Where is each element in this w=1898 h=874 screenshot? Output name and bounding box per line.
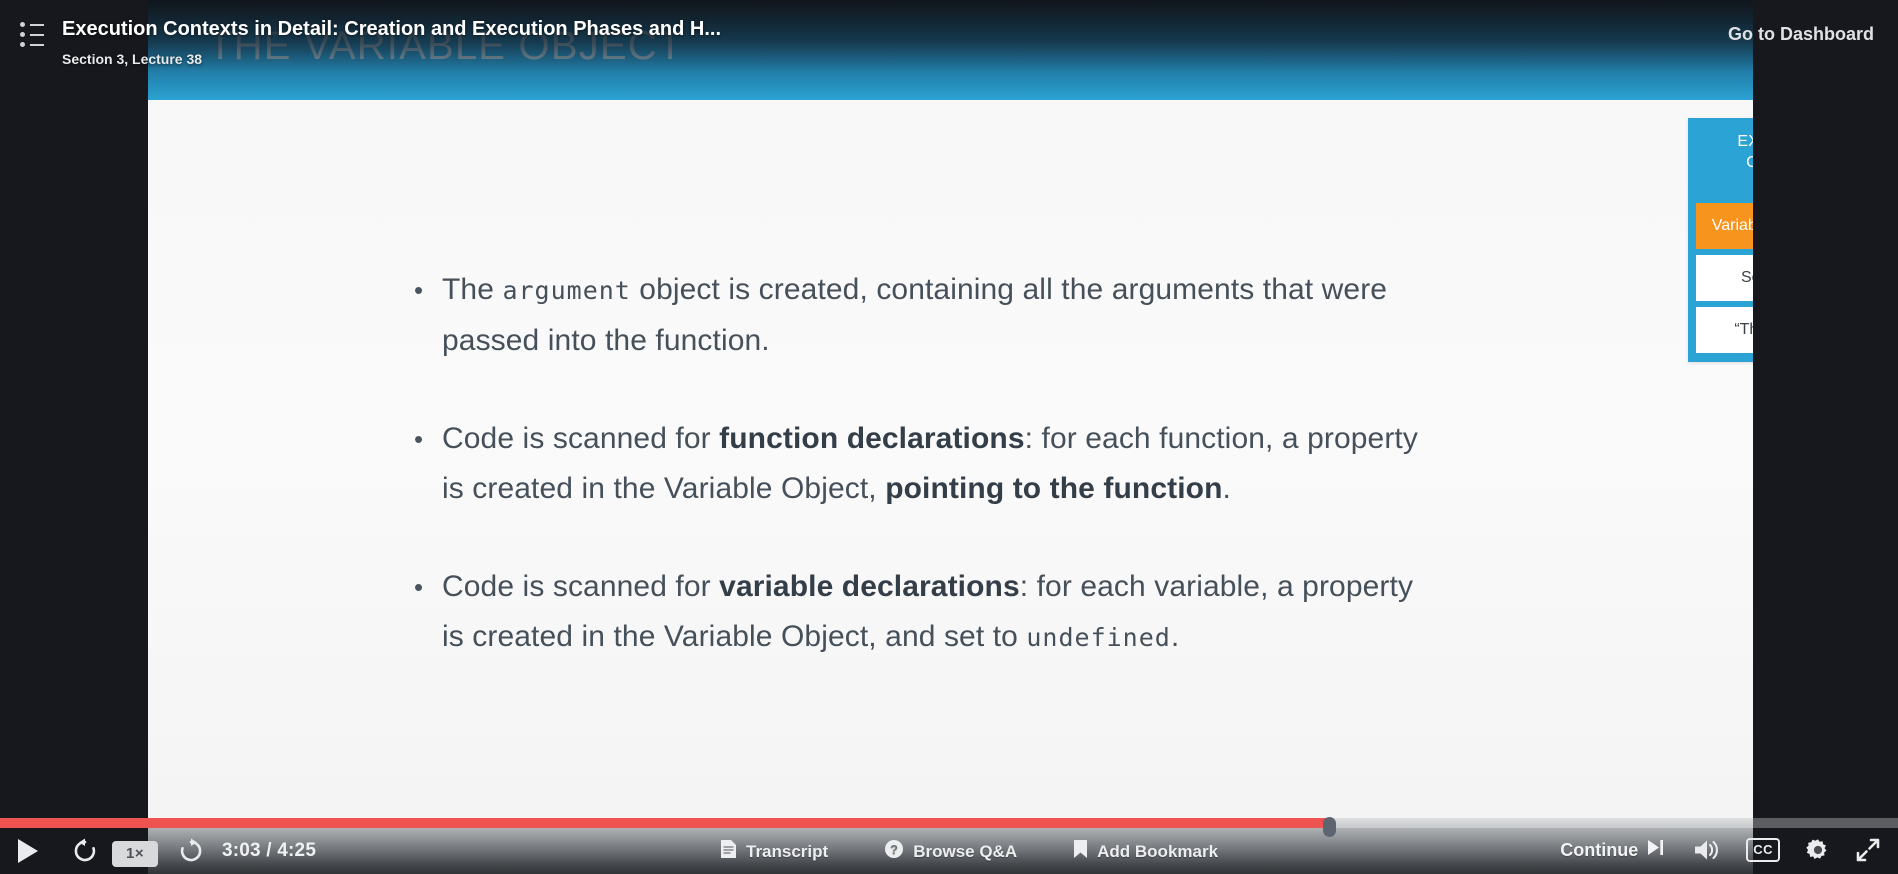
video-player-page: THE VARIABLE OBJECT • The argument objec… bbox=[0, 0, 1898, 874]
document-icon bbox=[720, 839, 737, 864]
go-to-dashboard-link[interactable]: Go to Dashboard bbox=[1728, 24, 1874, 45]
svg-text:?: ? bbox=[890, 842, 898, 857]
forward-button[interactable] bbox=[178, 838, 204, 864]
slide-bullet-list: • The argument object is created, contai… bbox=[410, 265, 1430, 711]
diagram-item-variable-object: Variable Object (VO) bbox=[1696, 203, 1753, 249]
slide-canvas: THE VARIABLE OBJECT • The argument objec… bbox=[148, 0, 1753, 818]
bullet-variable-declarations: • Code is scanned for variable declarati… bbox=[410, 562, 1430, 663]
expand-icon[interactable] bbox=[1856, 838, 1880, 862]
skip-next-icon bbox=[1647, 839, 1664, 861]
progress-bar-fill bbox=[0, 818, 1330, 828]
timecode-display: 3:03 / 4:25 bbox=[222, 840, 317, 861]
list-menu-icon[interactable] bbox=[20, 22, 46, 47]
bullet-function-declarations: • Code is scanned for function declarati… bbox=[410, 414, 1430, 514]
diagram-item-scope-chain: Scope chain bbox=[1696, 255, 1753, 301]
bullet-marker: • bbox=[414, 424, 424, 454]
question-circle-icon: ? bbox=[884, 839, 904, 864]
rewind-button[interactable] bbox=[72, 838, 98, 864]
lecture-title[interactable]: Execution Contexts in Detail: Creation a… bbox=[62, 18, 721, 41]
transcript-label: Transcript bbox=[746, 841, 829, 861]
bullet-text: The argument object is created, containi… bbox=[442, 273, 1388, 357]
diagram-header-line-1: EXECUTION CONTEXT bbox=[1737, 133, 1753, 171]
bullet-marker: • bbox=[414, 572, 424, 602]
gear-icon[interactable] bbox=[1806, 838, 1830, 862]
top-bar-right-fill bbox=[1753, 0, 1898, 100]
diagram-item-this-variable: “This” variable bbox=[1696, 307, 1753, 353]
playback-speed-label: 1× bbox=[112, 841, 159, 867]
add-bookmark-button[interactable]: Add Bookmark bbox=[1073, 839, 1218, 864]
bullet-marker: • bbox=[414, 275, 424, 305]
bullet-text: Code is scanned for variable declaration… bbox=[442, 570, 1414, 653]
right-controls-group: Continue CC bbox=[1560, 838, 1880, 862]
browse-qa-button[interactable]: ? Browse Q&A bbox=[884, 839, 1017, 864]
video-stage[interactable]: THE VARIABLE OBJECT • The argument objec… bbox=[148, 0, 1753, 818]
play-button[interactable] bbox=[16, 838, 40, 864]
top-bar-left-fill bbox=[0, 0, 148, 100]
browse-qa-label: Browse Q&A bbox=[913, 841, 1018, 861]
control-bar-buttons: 1× 3:03 / 4:25 Transcript ? Browse Q&A A… bbox=[0, 828, 1898, 874]
bullet-argument-object: • The argument object is created, contai… bbox=[410, 265, 1430, 366]
continue-label: Continue bbox=[1560, 839, 1639, 860]
progress-bar-track[interactable] bbox=[0, 817, 1898, 837]
bullet-text: Code is scanned for function declaration… bbox=[442, 422, 1418, 505]
continue-button[interactable]: Continue bbox=[1560, 839, 1664, 861]
volume-button[interactable] bbox=[1694, 839, 1720, 861]
transcript-button[interactable]: Transcript bbox=[720, 839, 828, 864]
center-actions-group: Transcript ? Browse Q&A Add Bookmark bbox=[720, 839, 1218, 864]
bookmark-icon bbox=[1073, 839, 1088, 864]
captions-button[interactable]: CC bbox=[1746, 838, 1780, 862]
diagram-header: EXECUTION CONTEXT OBJECT bbox=[1691, 121, 1753, 203]
execution-context-diagram: EXECUTION CONTEXT OBJECT Variable Object… bbox=[1688, 118, 1753, 362]
add-bookmark-label: Add Bookmark bbox=[1097, 841, 1219, 861]
player-control-bar: 1× 3:03 / 4:25 Transcript ? Browse Q&A A… bbox=[0, 817, 1898, 874]
playback-speed-button[interactable]: 1× bbox=[112, 841, 159, 867]
